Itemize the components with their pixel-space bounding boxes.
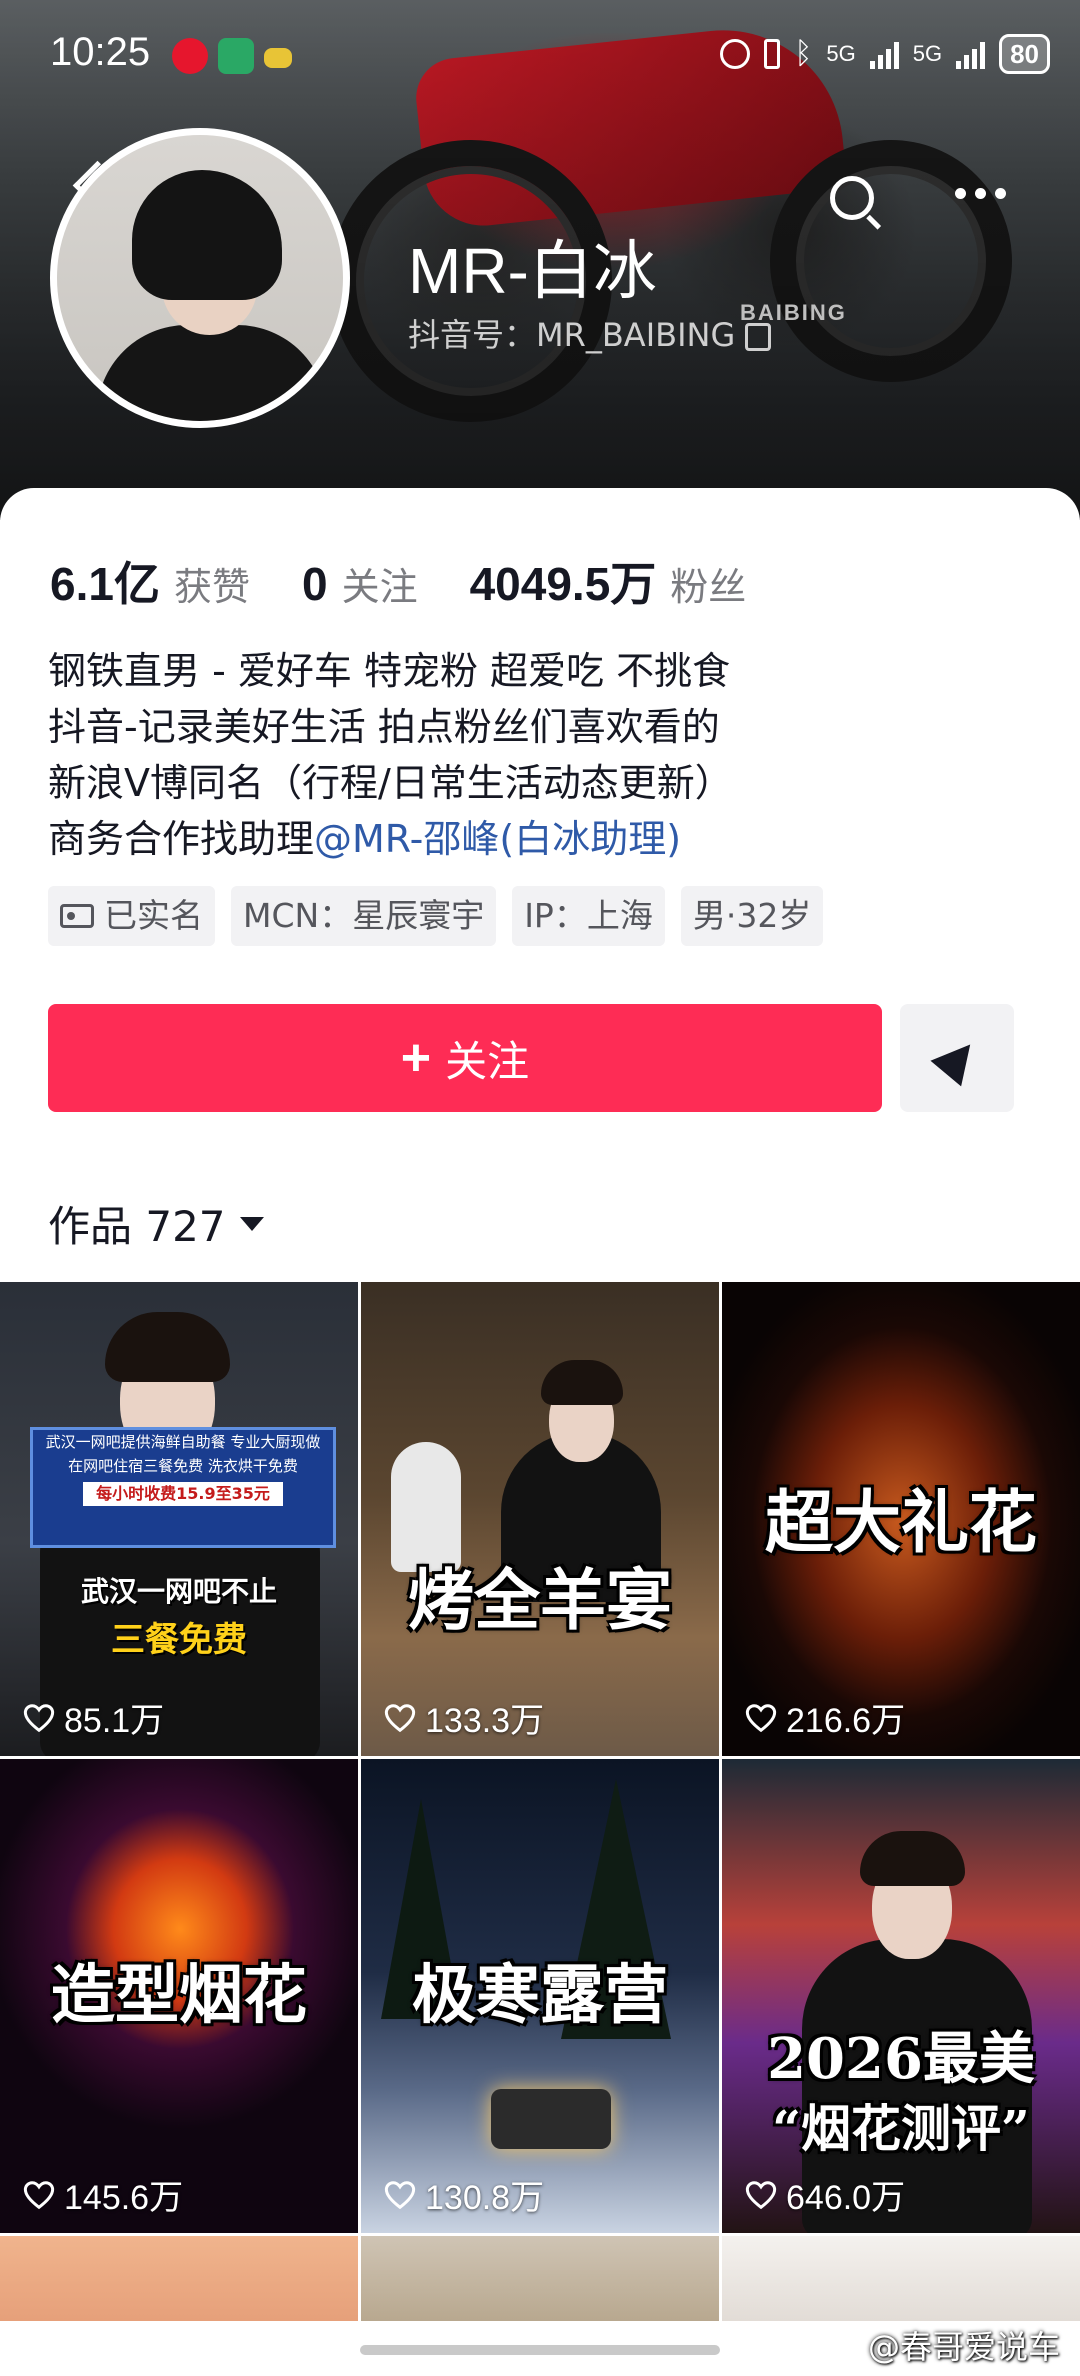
following-label[interactable]: 关注 — [342, 556, 418, 611]
status-time: 10:25 — [50, 30, 151, 74]
works-tab-label: 作品 727 — [48, 1202, 226, 1251]
video-thumbnail[interactable] — [0, 2236, 358, 2321]
tag-ip-location: IP：上海 — [512, 886, 665, 946]
weibo-icon — [815, 2327, 860, 2363]
tag-mcn[interactable]: MCN：星辰寰宇 — [231, 886, 497, 946]
profile-stats: 6.1亿 获赞 0 关注 4049.5万 粉丝 — [50, 548, 798, 614]
bio-line-3: 新浪V博同名（行程/日常生活动态更新） — [48, 761, 733, 805]
profile-nickname: MR-白冰 — [408, 235, 657, 309]
heart-icon — [745, 2180, 777, 2209]
heart-icon — [384, 1703, 416, 1732]
signal-icon — [869, 39, 899, 69]
assistant-mention-link[interactable]: @MR-邵峰(白冰助理) — [314, 817, 681, 861]
video-grid: 武汉一网吧提供海鲜自助餐 专业大厨现做 在网吧住宿三餐免费 洗衣烘干免费 每小时… — [0, 1282, 1080, 2321]
bluetooth-icon: ᛒ — [794, 37, 813, 70]
status-bar: 10:25 ᛒ 5G 5G 80 — [0, 0, 1080, 110]
news-board-line: 在网吧住宿三餐免费 洗衣烘干免费 — [68, 1457, 298, 1475]
likes-count: 6.1亿 — [50, 558, 160, 610]
video-thumbnail[interactable]: 2026最美 “烟花测评” 646.0万 — [722, 1759, 1080, 2233]
heart-icon — [23, 2180, 55, 2209]
bio-line-1: 钢铁直男 - 爱好车 特宠粉 超爱吃 不挑食 — [48, 649, 731, 693]
video-likes: 85.1万 — [22, 1693, 164, 1742]
video-thumbnail[interactable]: 烤全羊宴 133.3万 — [361, 1282, 719, 1756]
network-5g-label: 5G — [826, 41, 856, 66]
video-caption: 造型烟花 — [51, 1958, 307, 2033]
network-5g-label-2: 5G — [912, 41, 943, 66]
video-likes: 145.6万 — [22, 2170, 183, 2219]
camping-car — [491, 2089, 611, 2149]
video-likes: 646.0万 — [744, 2170, 905, 2219]
heart-icon — [23, 1703, 55, 1732]
following-count[interactable]: 0 — [302, 557, 328, 611]
bio-line-4: 商务合作找助理@MR-邵峰(白冰助理) — [48, 817, 682, 861]
news-board-price: 每小时收费15.9至35元 — [83, 1482, 283, 1506]
send-message-button[interactable] — [900, 1004, 1014, 1112]
heart-icon — [745, 1703, 777, 1732]
heart-icon — [384, 2180, 416, 2209]
video-likes: 130.8万 — [383, 2170, 544, 2219]
battery-indicator: 80 — [999, 34, 1050, 74]
tag-gender-age: 男·32岁 — [680, 886, 824, 946]
news-board: 武汉一网吧提供海鲜自助餐 专业大厨现做 在网吧住宿三餐免费 洗衣烘干免费 每小时… — [30, 1427, 336, 1548]
follow-button-label: 关注 — [445, 1036, 530, 1086]
video-thumbnail[interactable]: 造型烟花 145.6万 — [0, 1759, 358, 2233]
video-caption: 超大礼花 — [764, 1483, 1037, 1563]
video-caption: 烤全羊宴 — [408, 1561, 672, 1639]
copy-icon[interactable] — [745, 323, 772, 351]
video-caption-line-2: 三餐免费 — [111, 1620, 247, 1660]
app-notification-icon — [218, 38, 254, 74]
video-thumbnail[interactable] — [361, 2236, 719, 2321]
video-caption-line-1: 武汉一网吧不止 — [80, 1575, 277, 1608]
video-thumbnail[interactable]: 极寒露营 130.8万 — [361, 1759, 719, 2233]
news-board-title: 武汉一网吧提供海鲜自助餐 专业大厨现做 — [45, 1433, 321, 1451]
video-likes: 216.6万 — [744, 1693, 905, 1742]
profile-tags: 已实名 MCN：星辰寰宇 IP：上海 男·32岁 — [48, 886, 824, 946]
bio-line-2: 抖音-记录美好生活 拍点粉丝们喜欢看的 — [48, 705, 720, 749]
alarm-icon — [720, 39, 751, 69]
id-card-icon — [60, 904, 94, 928]
video-thumbnail[interactable] — [722, 2236, 1080, 2321]
video-caption-line-1: 2026最美 — [767, 2026, 1035, 2092]
follow-button[interactable]: + 关注 — [48, 1004, 882, 1112]
profile-bio: 钢铁直男 - 爱好车 特宠粉 超爱吃 不挑食 抖音-记录美好生活 拍点粉丝们喜欢… — [48, 643, 733, 867]
douyin-id[interactable]: 抖音号：MR_BAIBING — [408, 310, 772, 356]
caret-down-icon — [239, 1216, 264, 1231]
weibo-notification-icon — [172, 38, 208, 74]
video-thumbnail[interactable]: 超大礼花 216.6万 — [722, 1282, 1080, 1756]
home-indicator[interactable] — [360, 2345, 720, 2355]
plus-icon: + — [400, 1029, 432, 1087]
more-options-icon[interactable] — [955, 188, 1006, 199]
tag-verified[interactable]: 已实名 — [48, 886, 215, 946]
followers-label[interactable]: 粉丝 — [670, 556, 746, 611]
video-caption-line-2: “烟花测评” — [772, 2099, 1030, 2158]
likes-label: 获赞 — [173, 565, 250, 609]
video-thumbnail[interactable]: 武汉一网吧提供海鲜自助餐 专业大厨现做 在网吧住宿三餐免费 洗衣烘干免费 每小时… — [0, 1282, 358, 1756]
send-arrow-icon — [930, 1031, 986, 1087]
followers-count[interactable]: 4049.5万 — [470, 548, 657, 614]
video-likes: 133.3万 — [383, 1693, 544, 1742]
video-caption: 极寒露营 — [412, 1958, 668, 2033]
signal-icon-2 — [956, 39, 986, 69]
watermark: @春哥爱说车 — [815, 2322, 1060, 2368]
app-notification-icon-2 — [264, 48, 292, 68]
vibrate-icon — [764, 39, 781, 69]
avatar[interactable] — [50, 128, 350, 428]
tab-works[interactable]: 作品 727 — [48, 1193, 264, 1254]
search-icon[interactable] — [830, 176, 874, 220]
